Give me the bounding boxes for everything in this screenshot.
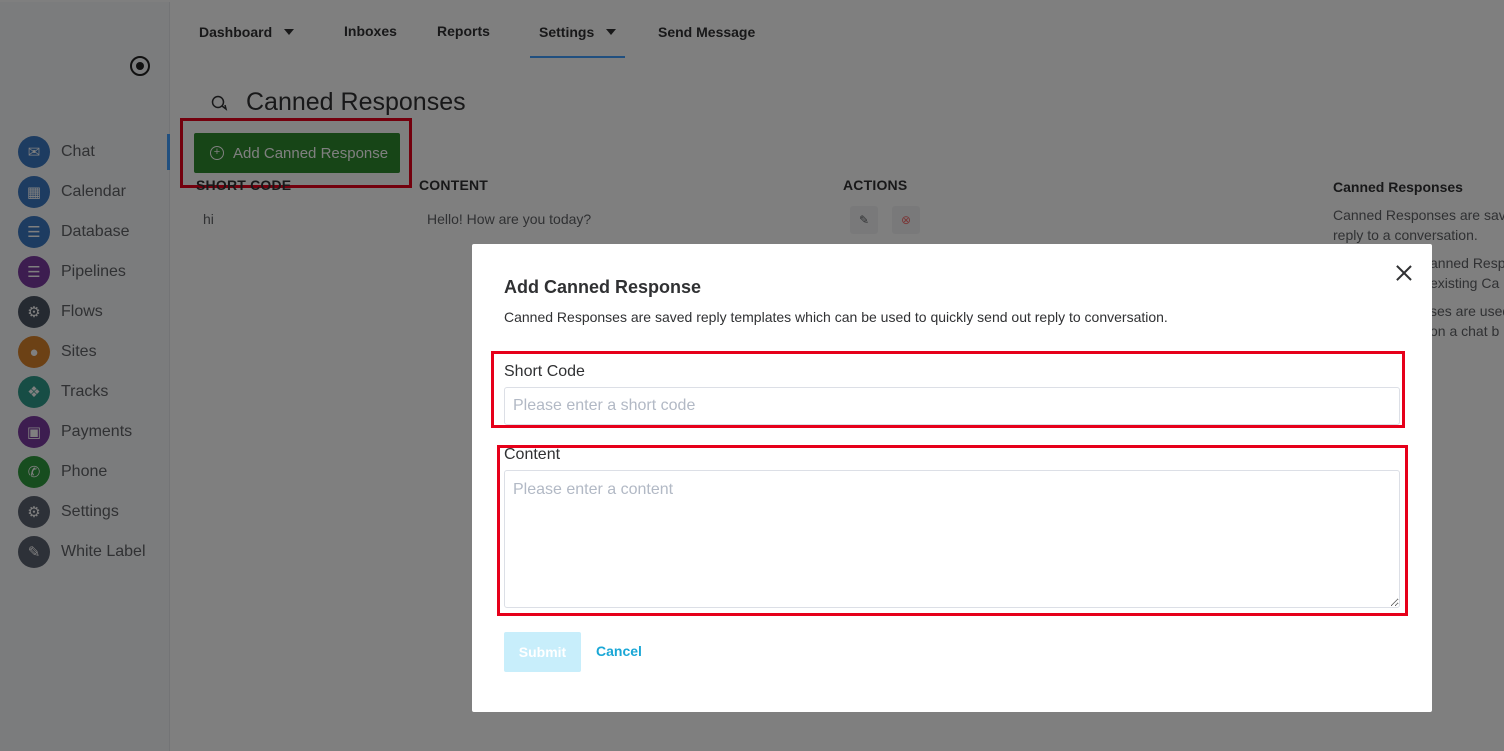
highlight-box-content xyxy=(497,445,1408,616)
cancel-button[interactable]: Cancel xyxy=(596,643,642,659)
close-icon[interactable] xyxy=(1393,262,1415,284)
highlight-box-short-code xyxy=(491,351,1405,428)
dialog-title: Add Canned Response xyxy=(504,277,702,297)
dialog-description: Canned Responses are saved reply templat… xyxy=(504,309,1168,325)
add-canned-response-dialog: Add Canned Response Canned Responses are… xyxy=(472,244,1432,712)
submit-button[interactable]: Submit xyxy=(504,632,581,672)
